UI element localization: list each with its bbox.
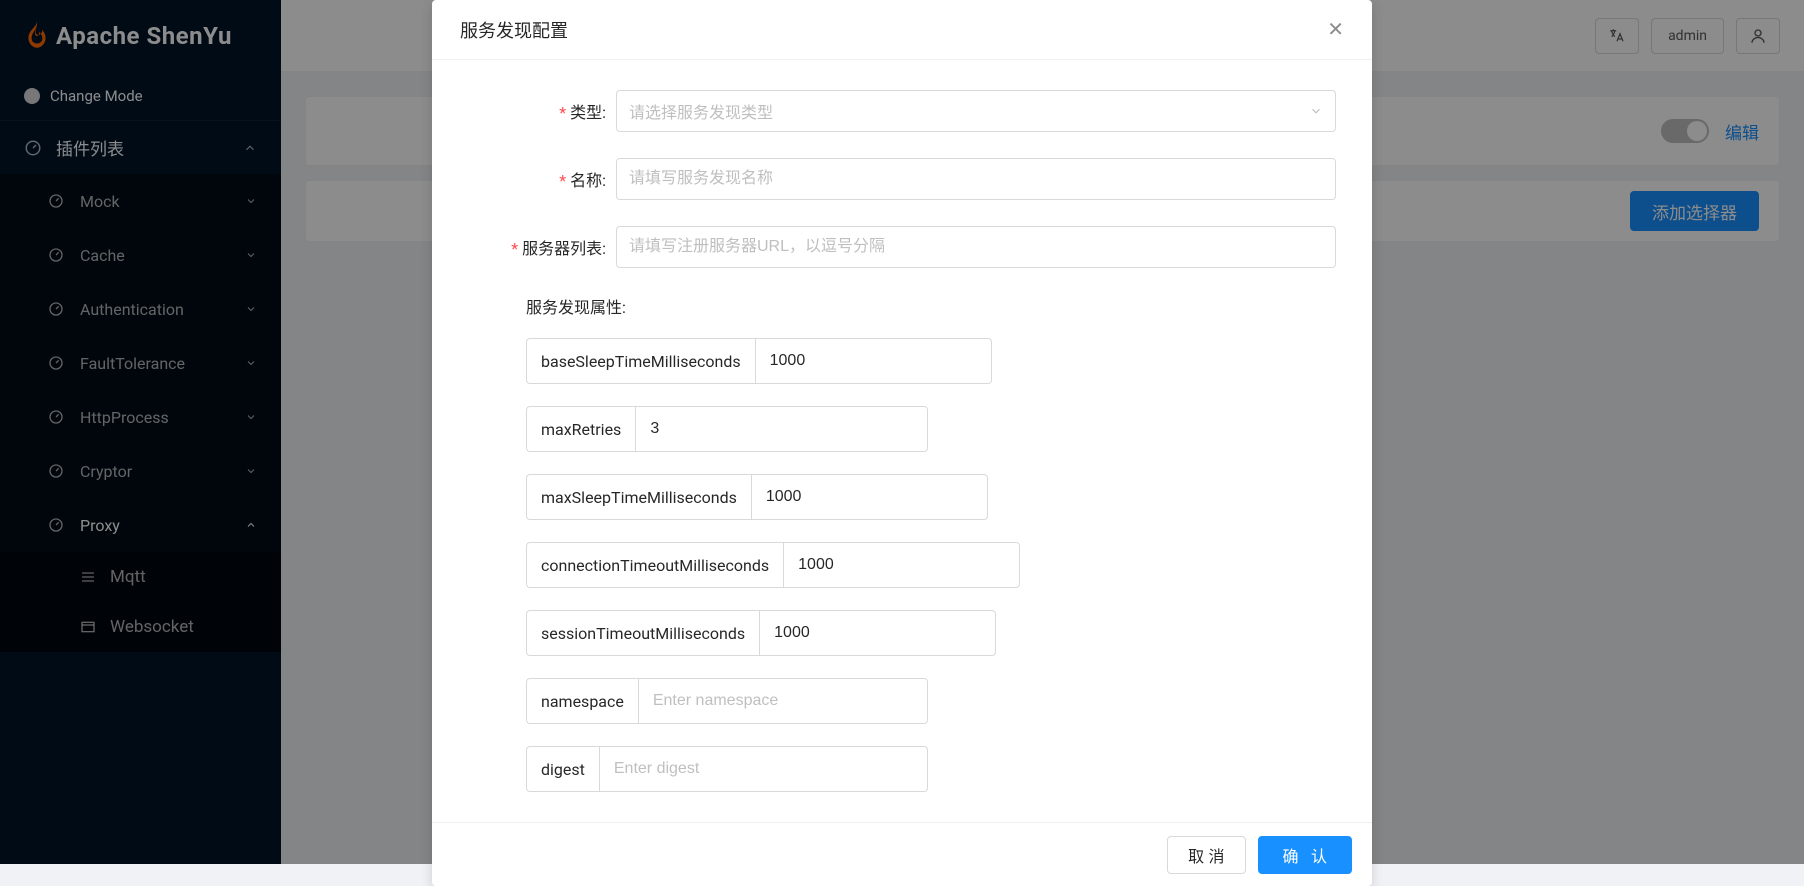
- modal-overlay[interactable]: 服务发现配置 ✕ 类型: 请选择服务发现类型 名称:: [0, 0, 1804, 864]
- prop-basesleeptime-input[interactable]: [755, 338, 992, 384]
- close-button[interactable]: ✕: [1327, 17, 1344, 42]
- form-row-server: 服务器列表:: [468, 226, 1336, 268]
- prop-sessiontimeout-input[interactable]: [759, 610, 996, 656]
- prop-key: sessionTimeoutMilliseconds: [526, 610, 759, 656]
- prop-sessiontimeout: sessionTimeoutMilliseconds: [526, 610, 928, 656]
- type-select-placeholder: 请选择服务发现类型: [629, 99, 773, 123]
- confirm-button[interactable]: 确 认: [1258, 836, 1352, 874]
- props-label: 服务发现属性:: [468, 294, 636, 318]
- prop-connectiontimeout-input[interactable]: [783, 542, 1020, 588]
- prop-maxretries: maxRetries: [526, 406, 928, 452]
- cancel-button[interactable]: 取 消: [1167, 836, 1245, 874]
- prop-digest: digest: [526, 746, 928, 792]
- type-select[interactable]: 请选择服务发现类型: [616, 90, 1336, 132]
- chevron-down-icon: [1309, 104, 1323, 118]
- prop-key: maxRetries: [526, 406, 635, 452]
- server-list-input[interactable]: [616, 226, 1336, 268]
- discovery-config-modal: 服务发现配置 ✕ 类型: 请选择服务发现类型 名称:: [432, 0, 1372, 886]
- name-input[interactable]: [616, 158, 1336, 200]
- prop-namespace-input[interactable]: [638, 678, 928, 724]
- modal-title: 服务发现配置: [460, 17, 568, 43]
- prop-key: namespace: [526, 678, 638, 724]
- form-row-name: 名称:: [468, 158, 1336, 200]
- form-row-type: 类型: 请选择服务发现类型: [468, 90, 1336, 132]
- prop-namespace: namespace: [526, 678, 928, 724]
- form-row-props-label: 服务发现属性:: [468, 294, 1336, 318]
- prop-digest-input[interactable]: [599, 746, 928, 792]
- close-icon: ✕: [1327, 19, 1344, 41]
- modal-body: 类型: 请选择服务发现类型 名称: 服务器列表:: [432, 60, 1372, 822]
- prop-maxretries-input[interactable]: [635, 406, 928, 452]
- props-grid: baseSleepTimeMilliseconds maxRetries max…: [526, 338, 1336, 792]
- modal-footer: 取 消 确 认: [432, 822, 1372, 886]
- prop-key: connectionTimeoutMilliseconds: [526, 542, 783, 588]
- name-label: 名称:: [468, 167, 616, 191]
- prop-key: maxSleepTimeMilliseconds: [526, 474, 751, 520]
- server-label: 服务器列表:: [468, 235, 616, 259]
- prop-connectiontimeout: connectionTimeoutMilliseconds: [526, 542, 928, 588]
- prop-maxsleeptime-input[interactable]: [751, 474, 988, 520]
- prop-key: digest: [526, 746, 599, 792]
- modal-header: 服务发现配置 ✕: [432, 0, 1372, 60]
- type-label: 类型:: [468, 99, 616, 123]
- prop-basesleeptime: baseSleepTimeMilliseconds: [526, 338, 928, 384]
- prop-maxsleeptime: maxSleepTimeMilliseconds: [526, 474, 928, 520]
- prop-key: baseSleepTimeMilliseconds: [526, 338, 755, 384]
